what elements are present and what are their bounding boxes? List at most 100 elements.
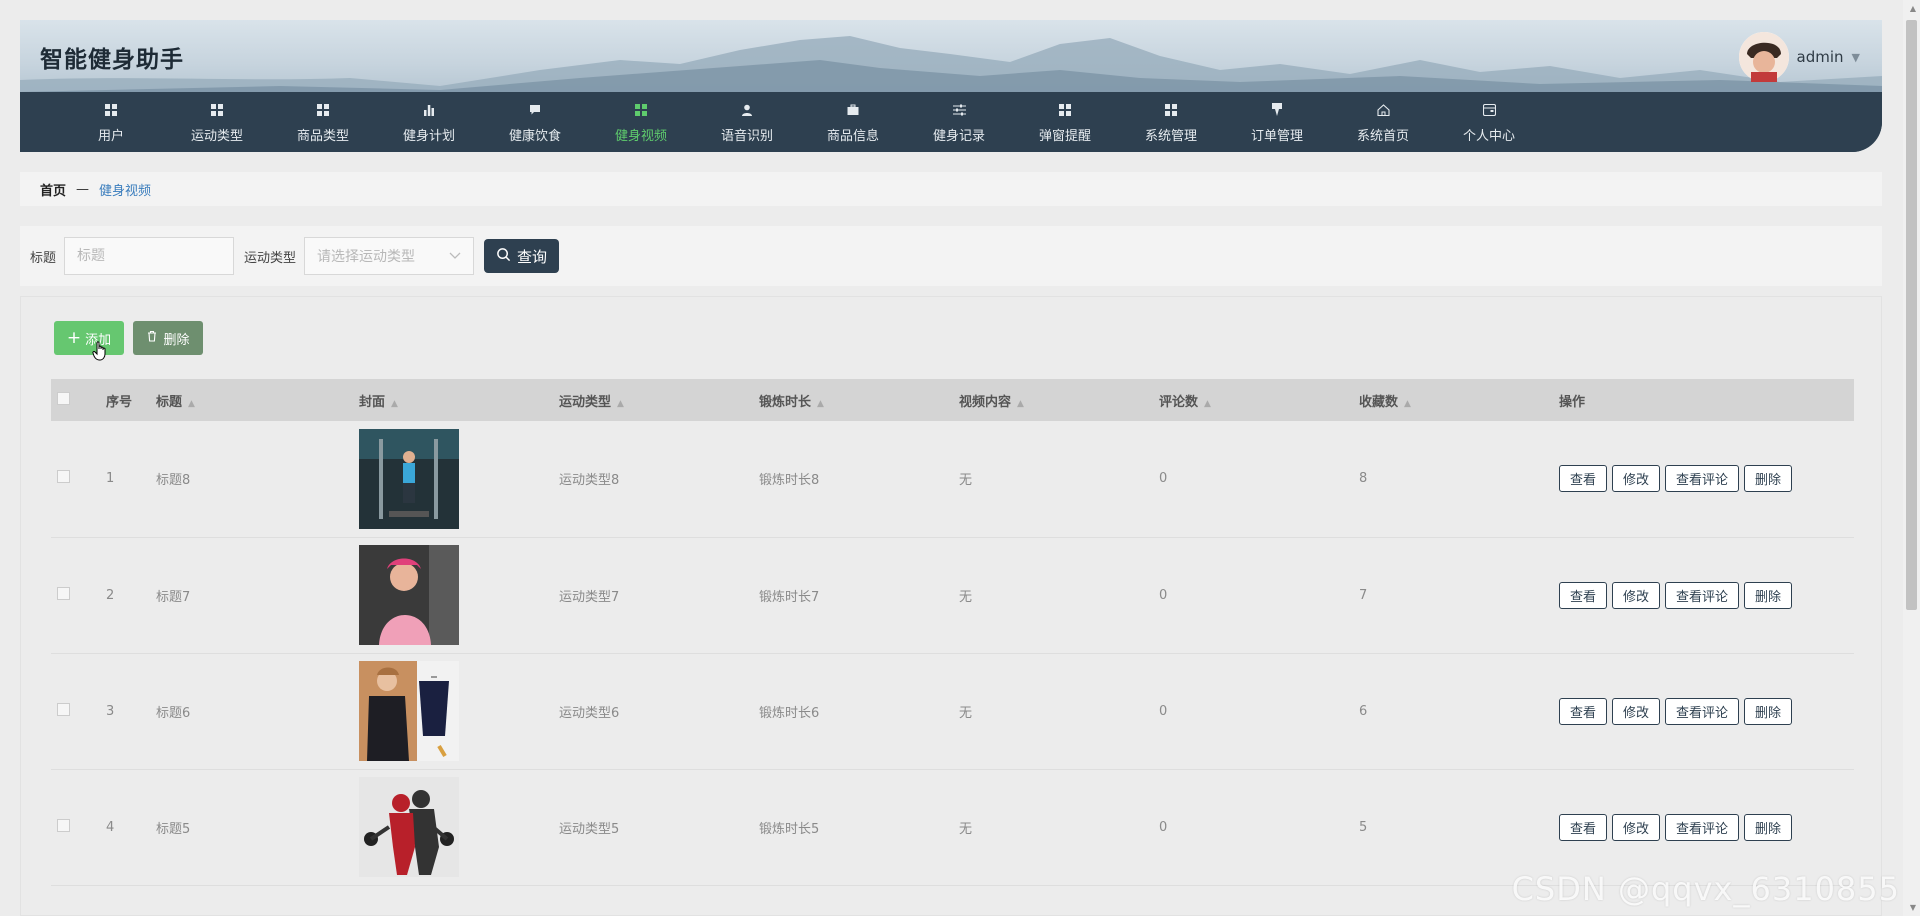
nav-item-7[interactable]: 商品信息	[800, 92, 906, 152]
delete-button[interactable]: 删除	[1744, 465, 1793, 493]
table-row: 2 标题7 运动类型7 锻炼时长7 无 0 7 查看 修改 查看评论 删除	[51, 537, 1854, 653]
nav-item-6[interactable]: 语音识别	[694, 92, 800, 152]
scroll-thumb[interactable]	[1906, 20, 1917, 610]
title-search-input[interactable]	[64, 237, 235, 275]
row-checkbox[interactable]	[57, 586, 70, 600]
header-banner: 智能健身助手 admin ▼	[20, 20, 1882, 92]
edit-button[interactable]: 修改	[1612, 813, 1661, 841]
chevron-down-icon[interactable]: ▼	[1852, 51, 1860, 64]
app-title: 智能健身助手	[40, 47, 184, 73]
view-comments-button[interactable]: 查看评论	[1665, 697, 1740, 725]
exercise-type-select[interactable]: 请选择运动类型	[304, 237, 475, 275]
query-button[interactable]: 查询	[484, 239, 560, 273]
nav-item-11[interactable]: 订单管理	[1224, 92, 1330, 152]
breadcrumb-separator: —	[76, 181, 90, 197]
row-duration: 锻炼时长6	[759, 705, 820, 721]
row-type: 运动类型7	[559, 589, 620, 605]
select-all-checkbox[interactable]	[57, 391, 70, 405]
col-content[interactable]: 视频内容 ▲	[959, 379, 1159, 421]
nav-item-label: 用户	[97, 128, 124, 144]
row-content: 无	[959, 821, 973, 837]
row-checkbox[interactable]	[57, 470, 70, 484]
table-row: 4 标题5 运动类型5 锻炼时长5 无 0 5 查看 修改 查看评论 删除	[51, 769, 1854, 885]
chevron-down-icon	[449, 248, 461, 264]
cover-image[interactable]	[359, 428, 559, 529]
col-title[interactable]: 标题 ▲	[156, 379, 359, 421]
type-label: 运动类型	[244, 250, 297, 266]
view-button[interactable]: 查看	[1559, 697, 1608, 725]
nav-item-label: 弹窗提醒	[1038, 128, 1091, 144]
grid-icon	[211, 101, 223, 119]
view-button[interactable]: 查看	[1559, 813, 1608, 841]
col-comments[interactable]: 评论数 ▲	[1159, 379, 1359, 421]
edit-button[interactable]: 修改	[1612, 581, 1661, 609]
scroll-up-icon[interactable]: ▲	[1910, 4, 1916, 13]
nav-item-0[interactable]: 用户	[58, 92, 164, 152]
delete-button[interactable]: 删除	[1744, 813, 1793, 841]
cover-image[interactable]	[359, 777, 559, 877]
row-comments: 0	[1159, 819, 1168, 835]
nav-item-5[interactable]: 健身视频	[588, 92, 694, 152]
row-cover[interactable]	[359, 421, 559, 537]
grid-icon	[635, 101, 647, 119]
col-actions: 操作	[1559, 394, 1586, 410]
batch-delete-button[interactable]: 删除	[133, 321, 203, 355]
home-icon	[1376, 101, 1390, 119]
nav-item-2[interactable]: 商品类型	[270, 92, 376, 152]
nav-item-label: 健康饮食	[508, 128, 561, 144]
nav-item-label: 语音识别	[720, 128, 773, 144]
sort-icon: ▲	[188, 398, 195, 409]
row-comments: 0	[1159, 471, 1168, 487]
col-favorites[interactable]: 收藏数 ▲	[1359, 379, 1559, 421]
nav-item-3[interactable]: 健身计划	[376, 92, 482, 152]
row-cover[interactable]	[359, 769, 559, 885]
row-checkbox[interactable]	[57, 818, 70, 832]
user-menu[interactable]: admin ▼	[1738, 32, 1860, 82]
nav-item-8[interactable]: 健身记录	[906, 92, 1012, 152]
nav-item-4[interactable]: 健康饮食	[482, 92, 588, 152]
edit-button[interactable]: 修改	[1612, 697, 1661, 725]
row-actions: 查看 修改 查看评论 删除	[1559, 653, 1854, 769]
row-select-cell	[51, 537, 106, 653]
view-comments-button[interactable]: 查看评论	[1665, 465, 1740, 493]
view-comments-button[interactable]: 查看评论	[1665, 813, 1740, 841]
row-title: 标题5	[156, 821, 191, 837]
nav-item-12[interactable]: 系统首页	[1330, 92, 1436, 152]
view-button[interactable]: 查看	[1559, 465, 1608, 493]
select-all-cell	[51, 379, 106, 421]
nav-item-label: 健身计划	[402, 128, 455, 144]
add-button[interactable]: + 添加	[54, 321, 124, 355]
row-cover[interactable]	[359, 653, 559, 769]
username[interactable]: admin	[1797, 48, 1844, 66]
row-title: 标题7	[156, 589, 191, 605]
row-cover[interactable]	[359, 537, 559, 653]
nav-item-label: 健身视频	[614, 128, 667, 144]
action-bar: + 添加 删除	[54, 321, 203, 355]
cover-image[interactable]	[359, 661, 559, 761]
delete-button[interactable]: 删除	[1744, 697, 1793, 725]
page-scrollbar[interactable]: ▲ ▼	[1903, 0, 1920, 916]
avatar[interactable]	[1738, 32, 1789, 82]
view-button[interactable]: 查看	[1559, 581, 1608, 609]
nav-item-label: 系统首页	[1356, 128, 1409, 144]
nav-item-10[interactable]: 系统管理	[1118, 92, 1224, 152]
row-checkbox[interactable]	[57, 702, 70, 716]
edit-button[interactable]: 修改	[1612, 465, 1661, 493]
sort-icon: ▲	[617, 398, 624, 409]
scroll-down-icon[interactable]: ▼	[1910, 903, 1916, 912]
col-type[interactable]: 运动类型 ▲	[559, 379, 759, 421]
delete-button[interactable]: 删除	[1744, 581, 1793, 609]
row-favorites: 8	[1359, 471, 1368, 487]
nav-item-13[interactable]: 个人中心	[1436, 92, 1542, 152]
col-duration[interactable]: 锻炼时长 ▲	[759, 379, 959, 421]
cover-image[interactable]	[359, 545, 559, 645]
content-panel: + 添加 删除 序号 标题 ▲ 封面 ▲ 运动类型 ▲ 锻炼时长 ▲ 视频内容 ▲ 评论数…	[20, 296, 1882, 916]
trash-icon	[146, 330, 158, 346]
row-actions: 查看 修改 查看评论 删除	[1559, 421, 1854, 537]
view-comments-button[interactable]: 查看评论	[1665, 581, 1740, 609]
breadcrumb-home[interactable]: 首页	[40, 180, 66, 199]
col-cover[interactable]: 封面 ▲	[359, 379, 559, 421]
search-icon	[496, 247, 511, 266]
nav-item-1[interactable]: 运动类型	[164, 92, 270, 152]
nav-item-9[interactable]: 弹窗提醒	[1012, 92, 1118, 152]
